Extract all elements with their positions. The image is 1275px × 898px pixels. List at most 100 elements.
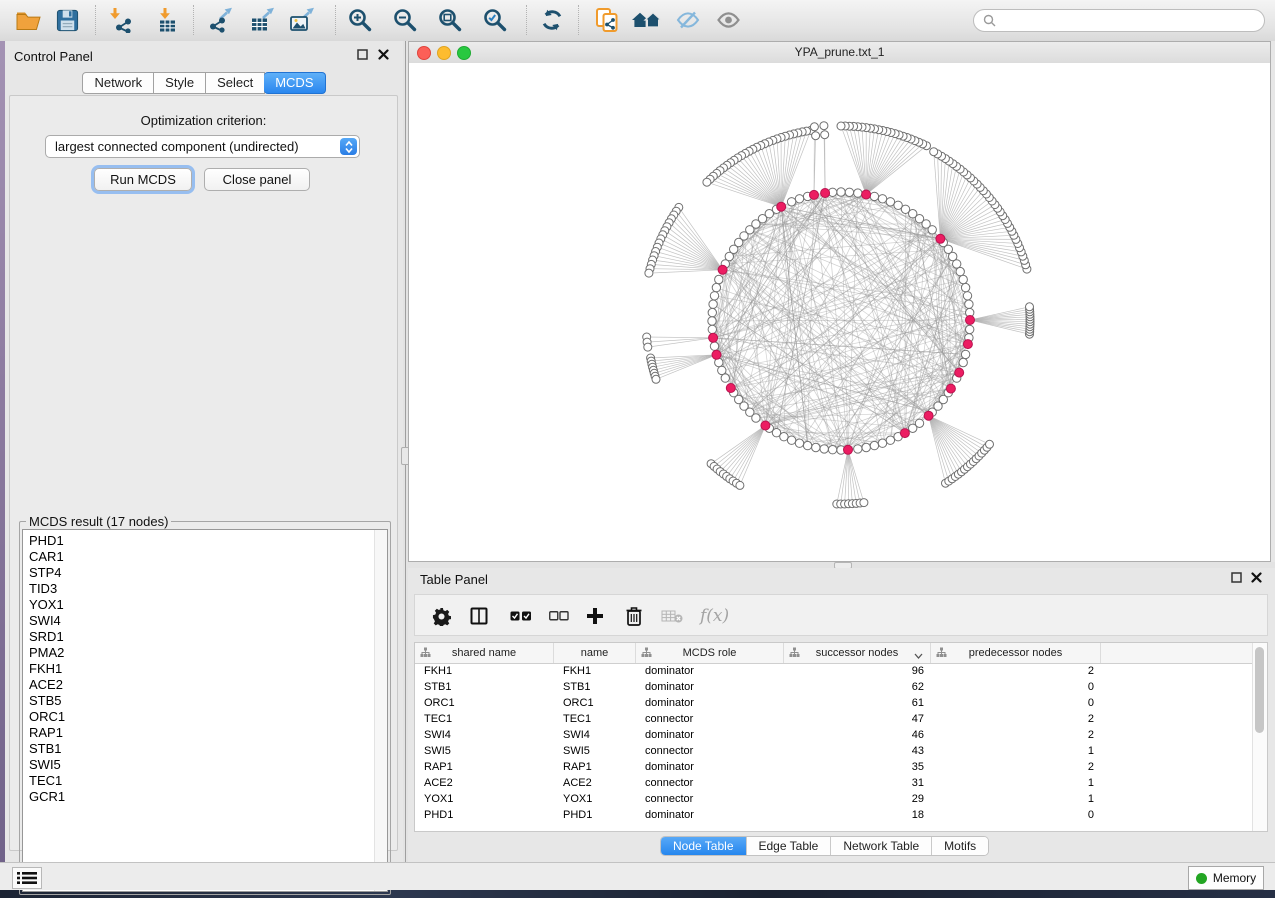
toolbar-separator	[193, 5, 194, 35]
tab-mcds[interactable]: MCDS	[264, 72, 325, 94]
home-layout-icon[interactable]	[630, 6, 664, 34]
close-panel-icon[interactable]	[1250, 571, 1263, 584]
column-header-successor-nodes[interactable]: successor nodes	[784, 643, 931, 663]
tab-network[interactable]: Network	[82, 72, 154, 94]
import-network-icon[interactable]	[106, 6, 134, 34]
table-row[interactable]: SWI4SWI4dominator462	[415, 727, 1253, 743]
table-row[interactable]: FKH1FKH1dominator962	[415, 663, 1253, 679]
column-header-name[interactable]: name	[554, 643, 636, 663]
toolbar-separator	[526, 5, 527, 35]
float-panel-icon[interactable]	[1230, 571, 1243, 584]
table-cell: SWI4	[554, 727, 636, 743]
mcds-result-items: PHD1CAR1STP4TID3YOX1SWI4SRD1PMA2FKH1ACE2…	[23, 530, 387, 805]
select-all-checkboxes-icon[interactable]	[510, 605, 532, 627]
column-header-predecessor-nodes[interactable]: predecessor nodes	[931, 643, 1101, 663]
deselect-all-checkboxes-icon[interactable]	[549, 605, 569, 627]
network-view-window: YPA_prune.txt_1	[408, 41, 1271, 562]
table-row[interactable]: RAP1RAP1dominator352	[415, 759, 1253, 775]
show-columns-icon[interactable]	[470, 605, 488, 627]
column-header-MCDS-role[interactable]: MCDS role	[636, 643, 784, 663]
table-row[interactable]: PHD1PHD1dominator180	[415, 807, 1253, 823]
list-item[interactable]: CAR1	[23, 549, 387, 565]
table-row[interactable]: SWI5SWI5connector431	[415, 743, 1253, 759]
list-item[interactable]: STB5	[23, 693, 387, 709]
export-network-icon[interactable]	[206, 6, 234, 34]
list-item[interactable]: ORC1	[23, 709, 387, 725]
close-panel-icon[interactable]	[377, 48, 390, 61]
list-item[interactable]: PHD1	[23, 533, 387, 549]
mcds-list-scrollbar[interactable]	[374, 530, 387, 891]
zoom-selected-icon[interactable]	[481, 6, 509, 34]
share-clipboard-icon[interactable]	[593, 6, 621, 34]
memory-button[interactable]: Memory	[1188, 866, 1264, 890]
float-panel-icon[interactable]	[356, 48, 369, 61]
table-cell: 0	[931, 695, 1101, 711]
table-row[interactable]: YOX1YOX1connector291	[415, 791, 1253, 807]
table-row[interactable]: ACE2ACE2connector311	[415, 775, 1253, 791]
delete-table-disabled-icon	[661, 605, 683, 627]
zoom-out-icon[interactable]	[391, 6, 419, 34]
list-item[interactable]: SWI5	[23, 757, 387, 773]
delete-column-trash-icon[interactable]	[625, 605, 643, 627]
function-builder-disabled-icon: f(x)	[700, 605, 729, 627]
mcds-result-list[interactable]: PHD1CAR1STP4TID3YOX1SWI4SRD1PMA2FKH1ACE2…	[22, 529, 388, 892]
table-cell: dominator	[636, 759, 784, 775]
table-cell: 31	[784, 775, 931, 791]
table-options-gear-icon[interactable]	[432, 605, 451, 627]
task-history-list-button[interactable]	[12, 867, 42, 889]
list-item[interactable]: TEC1	[23, 773, 387, 789]
table-row[interactable]: TEC1TEC1connector472	[415, 711, 1253, 727]
search-box[interactable]	[973, 9, 1265, 32]
list-item[interactable]: RAP1	[23, 725, 387, 741]
show-all-eye-icon[interactable]	[714, 6, 742, 34]
list-item[interactable]: SRD1	[23, 629, 387, 645]
table-cell: dominator	[636, 807, 784, 823]
table-cell: YOX1	[554, 791, 636, 807]
tab-style[interactable]: Style	[154, 72, 206, 94]
tab-network-table[interactable]: Network Table	[830, 837, 931, 855]
refresh-view-icon[interactable]	[538, 6, 566, 34]
table-scrollbar[interactable]	[1252, 643, 1267, 831]
tab-edge-table[interactable]: Edge Table	[746, 837, 831, 855]
table-cell: connector	[636, 775, 784, 791]
list-item[interactable]: ACE2	[23, 677, 387, 693]
save-session-icon[interactable]	[53, 6, 81, 34]
table-cell: RAP1	[415, 759, 554, 775]
close-panel-button[interactable]: Close panel	[204, 168, 310, 191]
open-file-icon[interactable]	[14, 6, 42, 34]
zoom-fit-icon[interactable]	[436, 6, 464, 34]
network-window-titlebar[interactable]: YPA_prune.txt_1	[409, 42, 1270, 64]
table-cell: ACE2	[554, 775, 636, 791]
list-item[interactable]: TID3	[23, 581, 387, 597]
table-cell: PHD1	[415, 807, 554, 823]
list-item[interactable]: STP4	[23, 565, 387, 581]
list-item[interactable]: SWI4	[23, 613, 387, 629]
list-item[interactable]: FKH1	[23, 661, 387, 677]
run-mcds-button[interactable]: Run MCDS	[94, 168, 192, 191]
hide-selected-eye-slash-icon[interactable]	[674, 6, 702, 34]
zoom-in-icon[interactable]	[346, 6, 374, 34]
tab-motifs[interactable]: Motifs	[931, 837, 988, 855]
toolbar-separator	[335, 5, 336, 35]
table-row[interactable]: ORC1ORC1dominator610	[415, 695, 1253, 711]
list-icon	[17, 871, 37, 885]
list-item[interactable]: PMA2	[23, 645, 387, 661]
table-panel: Table Panel f(x) shared namenameMCDS rol	[408, 568, 1275, 862]
network-graph-canvas[interactable]	[409, 63, 1270, 561]
table-cell: 0	[931, 807, 1101, 823]
table-row[interactable]: STB1STB1dominator620	[415, 679, 1253, 695]
column-header-shared-name[interactable]: shared name	[415, 643, 554, 663]
criterion-select[interactable]: largest connected component (undirected)	[45, 135, 360, 158]
add-column-icon[interactable]	[586, 605, 604, 627]
list-item[interactable]: STB1	[23, 741, 387, 757]
list-item[interactable]: YOX1	[23, 597, 387, 613]
tab-node-table[interactable]: Node Table	[661, 837, 746, 855]
search-input[interactable]	[1001, 13, 1264, 29]
export-image-icon[interactable]	[288, 6, 316, 34]
list-item[interactable]: GCR1	[23, 789, 387, 805]
tab-select[interactable]: Select	[206, 72, 265, 94]
table-header-row: shared namenameMCDS rolesuccessor nodesp…	[415, 643, 1253, 664]
import-table-icon[interactable]	[152, 6, 180, 34]
export-table-icon[interactable]	[248, 6, 276, 34]
scrollbar-thumb[interactable]	[1255, 647, 1264, 733]
